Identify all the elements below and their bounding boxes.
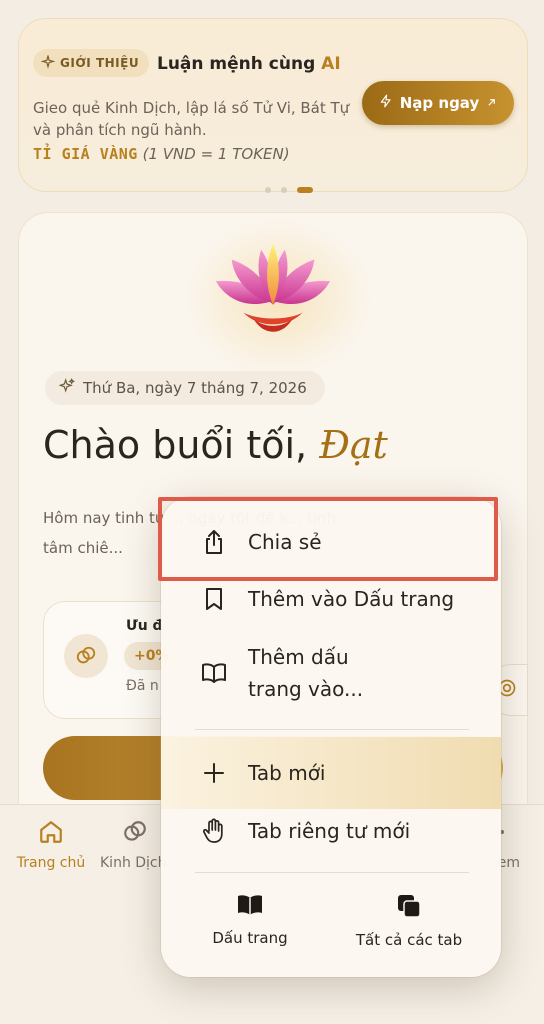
exchange-rate: TỈ GIÁ VÀNG (1 VND = 1 TOKEN): [33, 145, 290, 163]
offer-subtitle: Đã n: [126, 678, 159, 694]
menu-all-tabs-label: Tất cả các tab: [355, 931, 463, 949]
menu-add-bookmark-to-label: Thêm dấu trang vào...: [248, 645, 364, 701]
coins-icon: [64, 634, 108, 678]
bookmark-icon: [201, 586, 227, 612]
date-chip: Thứ Ba, ngày 7 tháng 7, 2026: [45, 371, 325, 405]
nav-home-label: Trang chủ: [16, 855, 86, 871]
menu-all-tabs[interactable]: Tất cả các tab: [334, 893, 484, 949]
lotus-icon: [215, 243, 331, 332]
menu-new-tab-label: Tab mới: [248, 761, 326, 785]
menu-add-bookmark[interactable]: Thêm vào Dấu trang: [161, 581, 501, 617]
sparkle-icon: [40, 53, 56, 72]
carousel-dots[interactable]: [265, 187, 313, 193]
intro-badge-label: GIỚI THIỆU: [60, 56, 140, 70]
sparkle-icon: [58, 377, 76, 398]
arrow-up-right-icon: [486, 94, 497, 112]
rate-label: TỈ GIÁ VÀNG: [33, 145, 138, 163]
user-name: Đạt: [319, 423, 388, 467]
book-open-icon: [201, 660, 227, 686]
lightning-icon: [379, 93, 393, 113]
menu-new-private-tab[interactable]: Tab riêng tư mới: [161, 813, 501, 849]
menu-bookmarks[interactable]: Dấu trang: [175, 893, 325, 947]
menu-bookmarks-label: Dấu trang: [212, 929, 288, 947]
carousel-dot[interactable]: [265, 187, 271, 193]
topup-button[interactable]: Nạp ngay: [362, 81, 514, 125]
hand-icon: [201, 818, 227, 844]
intro-badge: GIỚI THIỆU: [33, 49, 150, 77]
nav-home[interactable]: Trang chủ: [10, 819, 92, 871]
offer-title: Ưu đ: [126, 618, 163, 634]
promo-banner[interactable]: GIỚI THIỆU Luận mệnh cùng AI Gieo quẻ Ki…: [18, 18, 528, 193]
nav-kinh-dich-label: Kinh Dịch: [100, 855, 167, 871]
date-label: Thứ Ba, ngày 7 tháng 7, 2026: [83, 379, 307, 397]
menu-divider: [195, 872, 469, 873]
carousel-dot-active[interactable]: [297, 187, 313, 193]
menu-divider: [195, 729, 469, 730]
nav-more-label: em: [497, 855, 520, 871]
menu-share[interactable]: Chia sẻ: [161, 511, 501, 573]
promo-title: Luận mệnh cùng AI: [157, 54, 341, 74]
menu-add-bookmark-label: Thêm vào Dấu trang: [248, 587, 455, 611]
plus-icon: [201, 760, 227, 786]
coins-icon: [122, 819, 148, 849]
greeting-title: Chào buổi tối, Đạt: [43, 423, 388, 467]
menu-new-private-tab-label: Tab riêng tư mới: [248, 819, 411, 843]
share-icon: [201, 529, 227, 555]
rate-value: (1 VND = 1 TOKEN): [142, 145, 290, 163]
menu-new-tab[interactable]: Tab mới: [161, 737, 501, 809]
topup-button-label: Nạp ngay: [399, 94, 480, 112]
book-open-icon: [236, 893, 264, 921]
home-icon: [38, 819, 64, 849]
browser-context-menu: Chia sẻ Thêm vào Dấu trang Thêm dấu tran…: [161, 497, 501, 977]
tabs-icon: [396, 893, 422, 923]
promo-description: Gieo quẻ Kinh Dịch, lập lá số Tử Vi, Bát…: [33, 99, 350, 139]
menu-share-label: Chia sẻ: [248, 530, 322, 554]
carousel-dot[interactable]: [281, 187, 287, 193]
menu-add-bookmark-to[interactable]: Thêm dấu trang vào...: [161, 637, 501, 709]
